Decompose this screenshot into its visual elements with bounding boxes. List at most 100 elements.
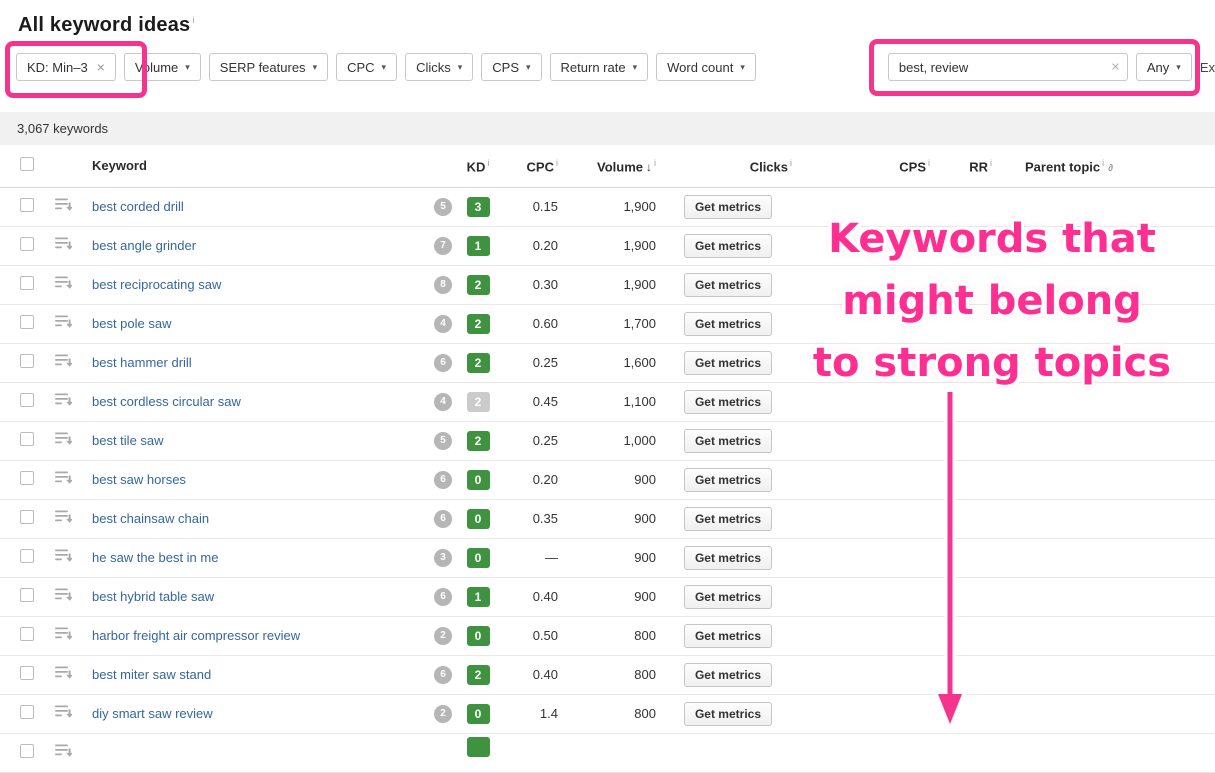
row-checkbox[interactable] xyxy=(20,393,34,407)
row-checkbox[interactable] xyxy=(20,510,34,524)
group-count-badge[interactable]: 8 xyxy=(434,275,452,294)
table-row: diy smart saw review 2 0 1.4 800 Get met… xyxy=(0,694,1215,734)
match-mode-dropdown[interactable]: Any ▾ xyxy=(1135,53,1192,81)
group-count-badge[interactable]: 4 xyxy=(434,392,452,411)
row-checkbox[interactable] xyxy=(20,588,34,602)
keyword-link[interactable]: best miter saw stand xyxy=(92,667,211,682)
row-checkbox[interactable] xyxy=(20,276,34,290)
keyword-link[interactable]: best reciprocating saw xyxy=(92,277,221,292)
get-metrics-button[interactable]: Get metrics xyxy=(683,272,772,297)
remove-filter-icon[interactable]: × xyxy=(97,60,105,74)
row-checkbox[interactable] xyxy=(20,315,34,329)
row-checkbox[interactable] xyxy=(20,432,34,446)
col-header-kd[interactable]: KD i xyxy=(454,145,502,188)
filter-clicks-dropdown[interactable]: Clicks ▾ xyxy=(405,53,474,81)
exclude-filter-clipped[interactable]: Ex xyxy=(1200,60,1215,75)
keyword-link[interactable]: best hammer drill xyxy=(92,355,192,370)
row-checkbox[interactable] xyxy=(20,666,34,680)
group-count-badge[interactable]: 6 xyxy=(434,587,452,606)
row-checkbox[interactable] xyxy=(20,705,34,719)
get-metrics-button[interactable]: Get metrics xyxy=(683,311,772,336)
keyword-link[interactable]: best saw horses xyxy=(92,472,186,487)
keyword-link[interactable]: best hybrid table saw xyxy=(92,589,214,604)
row-checkbox[interactable] xyxy=(20,354,34,368)
filter-cps-dropdown[interactable]: CPS ▾ xyxy=(481,53,542,81)
keyword-link[interactable]: harbor freight air compressor review xyxy=(92,628,300,643)
select-all-checkbox[interactable] xyxy=(20,157,34,172)
filter-return-rate-dropdown[interactable]: Return rate ▾ xyxy=(549,53,649,81)
add-to-list-icon[interactable] xyxy=(55,315,73,329)
add-to-list-icon[interactable] xyxy=(55,198,73,212)
add-to-list-icon[interactable] xyxy=(55,705,73,719)
add-to-list-icon[interactable] xyxy=(55,744,73,758)
get-metrics-button[interactable]: Get metrics xyxy=(683,350,772,375)
get-metrics-button[interactable]: Get metrics xyxy=(683,194,772,219)
get-metrics-button[interactable]: Get metrics xyxy=(683,233,772,258)
row-checkbox[interactable] xyxy=(20,627,34,641)
row-checkbox[interactable] xyxy=(20,744,34,758)
group-count-badge[interactable]: 5 xyxy=(434,431,452,450)
col-header-cps[interactable]: CPS i xyxy=(800,145,938,188)
group-count-badge[interactable]: 4 xyxy=(434,314,452,333)
add-to-list-icon[interactable] xyxy=(55,354,73,368)
group-count-badge[interactable]: 2 xyxy=(434,704,452,723)
get-metrics-button[interactable]: Get metrics xyxy=(683,701,772,726)
keyword-link[interactable]: best cordless circular saw xyxy=(92,394,241,409)
row-checkbox[interactable] xyxy=(20,237,34,251)
get-metrics-button[interactable]: Get metrics xyxy=(683,662,772,687)
add-to-list-icon[interactable] xyxy=(55,666,73,680)
add-to-list-icon[interactable] xyxy=(55,276,73,290)
kd-filter-chip[interactable]: KD: Min–3 × xyxy=(16,53,116,81)
col-header-rr[interactable]: RR i xyxy=(938,145,1000,188)
row-checkbox[interactable] xyxy=(20,549,34,563)
filter-cpc-dropdown[interactable]: CPC ▾ xyxy=(336,53,398,81)
get-metrics-button[interactable]: Get metrics xyxy=(683,584,772,609)
filter-volume-dropdown[interactable]: Volume ▾ xyxy=(123,53,201,81)
rr-cell xyxy=(938,304,1000,344)
group-count-badge[interactable]: 6 xyxy=(434,509,452,528)
add-to-list-icon[interactable] xyxy=(55,510,73,524)
group-count-badge[interactable]: 3 xyxy=(434,548,452,567)
clear-search-icon[interactable]: × xyxy=(1111,59,1120,76)
include-search-input[interactable] xyxy=(887,53,1128,81)
filter-word-count-dropdown[interactable]: Word count ▾ xyxy=(656,53,756,81)
add-to-list-icon[interactable] xyxy=(55,588,73,602)
keyword-link[interactable]: best corded drill xyxy=(92,199,184,214)
get-metrics-button[interactable]: Get metrics xyxy=(683,389,772,414)
row-checkbox[interactable] xyxy=(20,198,34,212)
filter-serp-features-dropdown[interactable]: SERP features ▾ xyxy=(208,53,329,81)
add-to-list-icon[interactable] xyxy=(55,549,73,563)
group-count-badge[interactable]: 5 xyxy=(434,197,452,216)
get-metrics-button[interactable]: Get metrics xyxy=(683,467,772,492)
col-header-keyword[interactable]: Keyword xyxy=(84,145,414,188)
col-header-volume[interactable]: Volume ↓ i xyxy=(566,145,664,188)
keyword-link[interactable]: best chainsaw chain xyxy=(92,511,209,526)
row-checkbox[interactable] xyxy=(20,471,34,485)
add-to-list-icon[interactable] xyxy=(55,393,73,407)
get-metrics-button[interactable]: Get metrics xyxy=(683,428,772,453)
keyword-link[interactable]: best angle grinder xyxy=(92,238,196,253)
col-header-clicks[interactable]: Clicks i xyxy=(664,145,800,188)
volume-value: 900 xyxy=(566,499,664,539)
keyword-link[interactable]: best tile saw xyxy=(92,433,164,448)
keyword-link[interactable]: diy smart saw review xyxy=(92,706,213,721)
keyword-link[interactable]: best pole saw xyxy=(92,316,172,331)
keyword-link[interactable]: he saw the best in me xyxy=(92,550,218,565)
cpc-value: 0.40 xyxy=(502,577,566,617)
get-metrics-button[interactable]: Get metrics xyxy=(683,506,772,531)
group-count-badge[interactable]: 2 xyxy=(434,626,452,645)
get-metrics-button[interactable]: Get metrics xyxy=(683,623,772,648)
add-to-list-icon[interactable] xyxy=(55,471,73,485)
group-count-badge[interactable]: 6 xyxy=(434,665,452,684)
col-header-cpc[interactable]: CPC i xyxy=(502,145,566,188)
get-metrics-button[interactable]: Get metrics xyxy=(683,545,772,570)
col-header-parent-topic[interactable]: Parent topic i∂ xyxy=(1000,145,1215,188)
add-to-list-icon[interactable] xyxy=(55,432,73,446)
parent-topic-cell xyxy=(1000,421,1215,461)
group-count-badge[interactable]: 6 xyxy=(434,470,452,489)
parent-topic-cell xyxy=(1000,304,1215,344)
add-to-list-icon[interactable] xyxy=(55,237,73,251)
add-to-list-icon[interactable] xyxy=(55,627,73,641)
group-count-badge[interactable]: 7 xyxy=(434,236,452,255)
group-count-badge[interactable]: 6 xyxy=(434,353,452,372)
